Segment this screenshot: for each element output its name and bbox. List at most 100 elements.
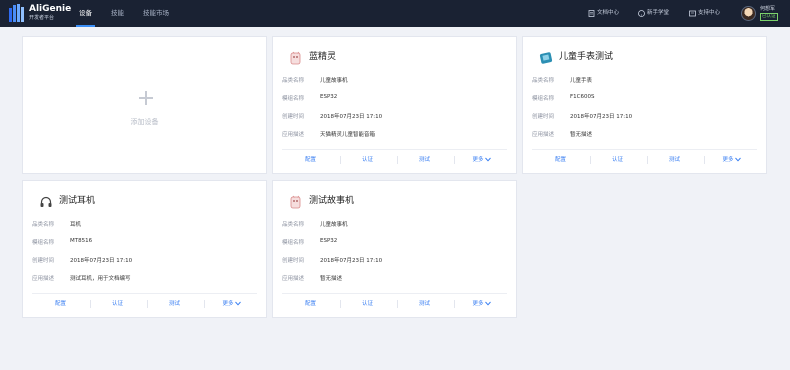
test-button[interactable]: 测试 <box>394 155 455 165</box>
cup-icon <box>289 194 303 209</box>
action-label: 测试 <box>168 301 180 307</box>
help-icon <box>638 10 645 17</box>
more-button[interactable]: 更多 <box>701 155 762 165</box>
more-button[interactable]: 更多 <box>201 299 262 309</box>
field-value: 耳机 <box>70 222 82 228</box>
test-button[interactable]: 测试 <box>144 299 205 309</box>
headphone-icon <box>39 194 53 208</box>
device-card[interactable]: 测试耳机品类名称 耳机模组名称 MT8516 创建时间 2018年07月23日 17:1… <box>22 180 267 318</box>
beginner-school-label: 新手学堂 <box>647 10 670 16</box>
device-title: 儿童手表测试 <box>559 52 614 62</box>
device-title: 测试故事机 <box>309 196 355 206</box>
cup-icon <box>289 50 303 65</box>
field-value: MT8516 <box>70 238 93 244</box>
field-label: 模组名称 <box>532 96 555 102</box>
support-center-label: 支持中心 <box>698 10 721 16</box>
field-value: 2018年07月23日 17:10 <box>570 114 633 120</box>
field-value: 2018年07月23日 17:10 <box>320 258 383 264</box>
field-value: 儿童故事机 <box>320 78 348 84</box>
card-divider <box>532 149 757 150</box>
card-divider <box>32 293 257 294</box>
device-title: 测试耳机 <box>59 196 96 206</box>
plus-icon <box>139 91 153 105</box>
chevron-down-icon <box>234 301 241 306</box>
field-label: 创建时间 <box>282 114 305 120</box>
config-button[interactable]: 配置 <box>30 299 91 309</box>
device-card[interactable]: 儿童手表测试品类名称 儿童手表模组名称 F1C600S 创建时间 2018年07月23日… <box>522 36 767 174</box>
action-label: 测试 <box>668 157 680 163</box>
field-value: 2018年07月23日 17:10 <box>320 114 383 120</box>
user-avatar[interactable] <box>741 6 756 21</box>
test-button[interactable]: 测试 <box>644 155 705 165</box>
field-value: 暂无描述 <box>570 132 593 138</box>
box-icon <box>539 50 553 64</box>
action-label: 更多 <box>222 301 234 307</box>
action-label: 更多 <box>722 157 734 163</box>
field-label: 应用描述 <box>32 276 55 282</box>
field-value: ESP32 <box>320 238 338 244</box>
field-value: 暂无描述 <box>320 276 343 282</box>
field-label: 品类名称 <box>282 222 305 228</box>
action-label: 测试 <box>418 301 430 307</box>
field-value: 儿童手表 <box>570 78 593 84</box>
field-label: 应用描述 <box>532 132 555 138</box>
aligenie-logo-icon[interactable] <box>9 4 25 22</box>
action-label: 认证 <box>611 157 623 163</box>
field-label: 创建时间 <box>32 258 55 264</box>
card-divider <box>282 149 507 150</box>
brand-subtitle: 开发者平台 <box>29 15 55 21</box>
tab-devices[interactable]: 设备 <box>76 0 95 27</box>
field-value: F1C600S <box>570 94 595 100</box>
field-label: 应用描述 <box>282 276 305 282</box>
add-device-label: 添加设备 <box>130 118 159 126</box>
action-label: 认证 <box>361 301 373 307</box>
field-value: 测试耳机，用于文档编写 <box>70 276 131 282</box>
action-label: 配置 <box>54 301 66 307</box>
config-button[interactable]: 配置 <box>280 299 341 309</box>
field-label: 品类名称 <box>532 78 555 84</box>
field-value: ESP32 <box>320 94 338 100</box>
chevron-down-icon <box>484 301 491 306</box>
test-button[interactable]: 测试 <box>394 299 455 309</box>
certify-button[interactable]: 认证 <box>337 299 398 309</box>
device-title: 蓝精灵 <box>309 52 337 62</box>
verified-badge: 已认证 <box>760 13 778 21</box>
more-button[interactable]: 更多 <box>451 155 512 165</box>
action-label: 更多 <box>472 157 484 163</box>
field-label: 创建时间 <box>282 258 305 264</box>
tab-skill-market[interactable]: 技能市场 <box>143 0 169 27</box>
action-label: 更多 <box>472 301 484 307</box>
support-icon <box>689 10 696 17</box>
device-card[interactable]: 蓝精灵 品类名称 儿童故事机 模组名称 ESP32 创建时间 2018年07月23日 17:… <box>272 36 517 174</box>
tab-skills[interactable]: 技能 <box>111 0 124 27</box>
certify-button[interactable]: 认证 <box>587 155 648 165</box>
field-value: 儿童故事机 <box>320 222 348 228</box>
device-card[interactable]: 测试故事机 品类名称 儿童故事机 模组名称 ESP32 创建时间 2018年07月23日 1… <box>272 180 517 318</box>
doc-center-link[interactable]: 文档中心 <box>588 0 619 27</box>
add-device-card[interactable]: 添加设备 <box>22 36 267 174</box>
doc-icon <box>588 10 595 17</box>
field-value: 天猫精灵儿童智能音箱 <box>320 132 376 138</box>
field-label: 创建时间 <box>532 114 555 120</box>
brand-name: AliGenie <box>29 4 72 14</box>
config-button[interactable]: 配置 <box>280 155 341 165</box>
card-divider <box>282 293 507 294</box>
config-button[interactable]: 配置 <box>530 155 591 165</box>
doc-center-label: 文档中心 <box>597 10 620 16</box>
certify-button[interactable]: 认证 <box>87 299 148 309</box>
action-label: 测试 <box>418 157 430 163</box>
action-label: 配置 <box>554 157 566 163</box>
field-label: 应用描述 <box>282 132 305 138</box>
user-name[interactable]: 何想军 <box>760 5 775 12</box>
more-button[interactable]: 更多 <box>451 299 512 309</box>
certify-button[interactable]: 认证 <box>337 155 398 165</box>
field-value: 2018年07月23日 17:10 <box>70 258 133 264</box>
chevron-down-icon <box>734 157 741 162</box>
action-label: 认证 <box>361 157 373 163</box>
beginner-school-link[interactable]: 新手学堂 <box>638 0 669 27</box>
field-label: 模组名称 <box>32 240 55 246</box>
field-label: 品类名称 <box>32 222 55 228</box>
support-center-link[interactable]: 支持中心 <box>689 0 720 27</box>
action-label: 配置 <box>304 301 316 307</box>
action-label: 认证 <box>111 301 123 307</box>
